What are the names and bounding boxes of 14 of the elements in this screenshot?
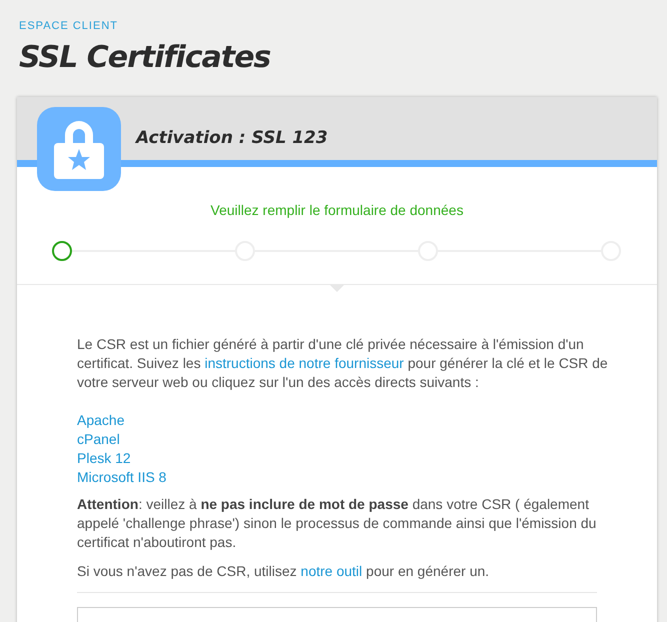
- intro-paragraph: Le CSR est un fichier généré à partir d'une clé privée nécessaire à l'émission d'un certificat. Suivez les instructions de notre fournisseur pour générer la clé et le CSR de votre serveur web ou cliquez sur l'un des accès directs suivants :: [77, 335, 609, 392]
- warning-paragraph: Attention: veillez à ne pas inclure de mot de passe dans votre CSR ( également appelé 'challenge phrase') sinon le processus de commande ainsi que l'émission du certificat n'aboutiront pas.: [77, 495, 598, 552]
- padlock-icon: [37, 107, 121, 191]
- tool-link[interactable]: notre outil: [300, 563, 362, 579]
- breadcrumb: ESPACE CLIENT: [19, 20, 119, 32]
- server-link[interactable]: Plesk 12: [77, 449, 131, 468]
- page-title: SSL Certificates: [19, 40, 272, 75]
- server-link[interactable]: Apache: [77, 411, 124, 430]
- tool-paragraph: Si vous n'avez pas de CSR, utilisez notre outil pour en générer un.: [77, 562, 490, 581]
- form-instruction: Veuillez remplir le formulaire de données: [210, 202, 464, 218]
- server-link[interactable]: cPanel: [77, 430, 120, 449]
- provider-instructions-link[interactable]: instructions de notre fournisseur: [204, 355, 404, 371]
- server-link[interactable]: Microsoft IIS 8: [77, 468, 166, 487]
- card-title: Activation : SSL 123: [136, 128, 328, 148]
